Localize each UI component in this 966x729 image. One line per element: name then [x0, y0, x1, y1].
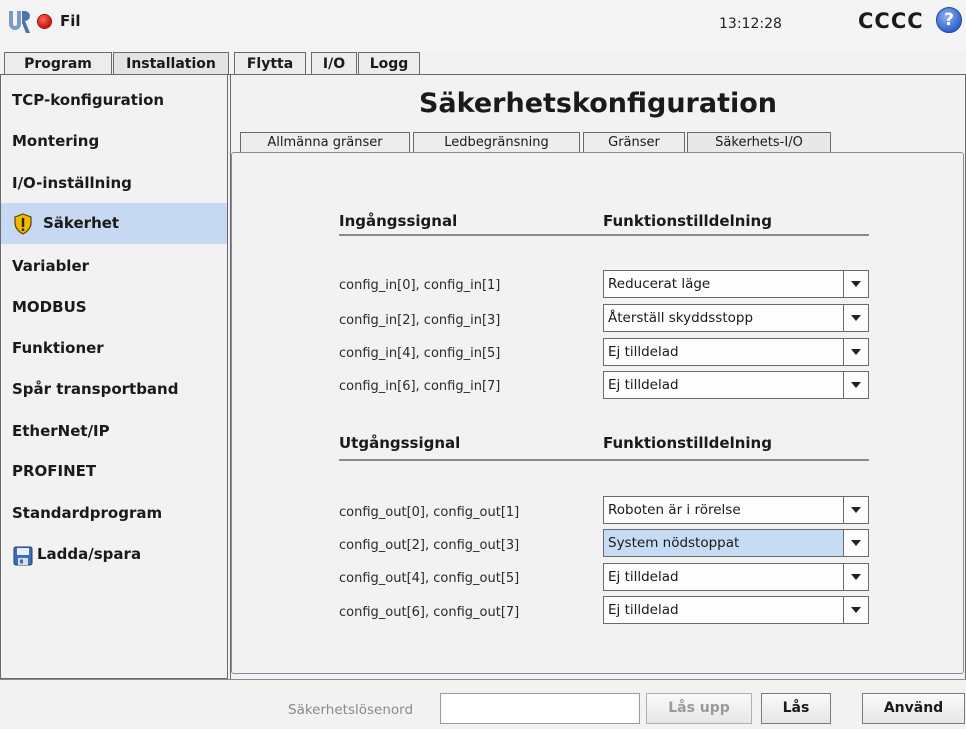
output-signal-label: config_out[6], config_out[7]: [339, 605, 520, 620]
input-signal-header: Ingångssignal: [339, 212, 458, 230]
input-function-dropdown[interactable]: Återställ skyddsstopp: [603, 304, 869, 332]
sidebar-item-load-save[interactable]: Ladda/spara: [1, 534, 227, 575]
input-signal-label: config_in[6], config_in[7]: [339, 379, 501, 394]
sidebar-item-label: I/O-inställning: [12, 174, 132, 192]
input-signal-label: config_in[2], config_in[3]: [339, 313, 501, 328]
dropdown-value: Ej tilldelad: [608, 344, 679, 360]
status-dot-icon[interactable]: [38, 15, 51, 28]
sidebar-item-label: TCP-konfiguration: [12, 91, 165, 109]
sidebar-item-conveyor[interactable]: Spår transportband: [1, 369, 227, 410]
sidebar-item-label: PROFINET: [12, 462, 97, 480]
output-function-header: Funktionstilldelning: [603, 434, 772, 452]
chevron-down-icon: [843, 339, 868, 365]
input-function-header: Funktionstilldelning: [603, 212, 772, 230]
output-function-dropdown[interactable]: System nödstoppat: [603, 529, 869, 557]
sidebar-item-variabler[interactable]: Variabler: [1, 246, 227, 287]
dropdown-value: Återställ skyddsstopp: [608, 310, 754, 326]
input-signal-label: config_in[0], config_in[1]: [339, 278, 501, 293]
floppy-disk-icon: [13, 546, 33, 566]
sidebar-item-label: EtherNet/IP: [12, 422, 110, 440]
output-signal-label: config_out[4], config_out[5]: [339, 571, 520, 586]
sidebar-item-io-settings[interactable]: I/O-inställning: [1, 163, 227, 204]
sidebar-item-label: Standardprogram: [12, 504, 163, 522]
input-function-dropdown[interactable]: Ej tilldelad: [603, 338, 869, 366]
page-title: Säkerhetskonfiguration: [418, 88, 778, 119]
output-function-dropdown[interactable]: Roboten är i rörelse: [603, 496, 869, 524]
tab-installation[interactable]: Installation: [113, 52, 229, 75]
chevron-down-icon: [843, 372, 868, 398]
clock: 13:12:28: [719, 16, 782, 32]
input-signal-label: config_in[4], config_in[5]: [339, 346, 501, 361]
sidebar-item-montering[interactable]: Montering: [1, 121, 227, 162]
lock-button[interactable]: Lås: [761, 693, 831, 724]
sidebar-item-ethernetip[interactable]: EtherNet/IP: [1, 411, 227, 452]
dropdown-value: System nödstoppat: [608, 535, 740, 551]
tab-safety-io[interactable]: Säkerhets-I/O: [687, 132, 831, 153]
dropdown-value: Ej tilldelad: [608, 377, 679, 393]
top-bar: Fil 13:12:28 CCCC ?: [0, 0, 966, 52]
robot-name: CCCC: [858, 9, 924, 33]
sidebar-item-profinet[interactable]: PROFINET: [1, 451, 227, 492]
dropdown-value: Roboten är i rörelse: [608, 502, 741, 518]
chevron-down-icon: [843, 530, 868, 556]
sidebar-item-label: Spår transportband: [12, 380, 179, 398]
chevron-down-icon: [843, 497, 868, 523]
input-divider: [339, 234, 869, 236]
dropdown-value: Ej tilldelad: [608, 569, 679, 585]
sidebar-item-label: MODBUS: [12, 298, 87, 316]
sidebar-item-sakerhet[interactable]: Säkerhet: [1, 203, 227, 244]
dropdown-value: Ej tilldelad: [608, 602, 679, 618]
sidebar-item-default-program[interactable]: Standardprogram: [1, 493, 227, 534]
chevron-down-icon: [843, 597, 868, 623]
input-function-dropdown[interactable]: Ej tilldelad: [603, 371, 869, 399]
output-signal-header: Utgångssignal: [339, 434, 461, 452]
output-divider: [339, 459, 869, 461]
tab-program[interactable]: Program: [4, 52, 112, 75]
help-icon[interactable]: ?: [936, 7, 962, 33]
warning-shield-icon: [14, 213, 32, 235]
file-menu[interactable]: Fil: [60, 12, 81, 30]
ur-logo-icon: [9, 11, 30, 33]
sidebar-item-label: Säkerhet: [43, 214, 120, 232]
sidebar-item-funktioner[interactable]: Funktioner: [1, 328, 227, 369]
tab-flytta[interactable]: Flytta: [234, 52, 306, 75]
tab-joint-limits[interactable]: Ledbegränsning: [413, 132, 580, 153]
output-function-dropdown[interactable]: Ej tilldelad: [603, 563, 869, 591]
output-function-dropdown[interactable]: Ej tilldelad: [603, 596, 869, 624]
chevron-down-icon: [843, 271, 868, 297]
tab-logg[interactable]: Logg: [358, 52, 420, 75]
chevron-down-icon: [843, 564, 868, 590]
apply-button[interactable]: Använd: [862, 693, 965, 724]
sidebar-item-label: Funktioner: [12, 339, 104, 357]
chevron-down-icon: [843, 305, 868, 331]
tab-io[interactable]: I/O: [311, 52, 357, 75]
password-input[interactable]: [440, 693, 640, 724]
output-signal-label: config_out[2], config_out[3]: [339, 538, 520, 553]
input-function-dropdown[interactable]: Reducerat läge: [603, 270, 869, 298]
tab-general-limits[interactable]: Allmänna gränser: [240, 132, 410, 153]
unlock-button[interactable]: Lås upp: [646, 693, 752, 724]
dropdown-value: Reducerat läge: [608, 276, 711, 292]
sidebar-item-modbus[interactable]: MODBUS: [1, 287, 227, 328]
output-signal-label: config_out[0], config_out[1]: [339, 505, 520, 520]
sidebar-item-tcp[interactable]: TCP-konfiguration: [1, 80, 227, 121]
sidebar-item-label: Ladda/spara: [37, 545, 142, 563]
password-label: Säkerhetslösenord: [288, 702, 414, 718]
sidebar: TCP-konfiguration Montering I/O-inställn…: [0, 75, 228, 679]
sidebar-item-label: Montering: [12, 132, 100, 150]
sidebar-item-label: Variabler: [12, 257, 90, 275]
tab-boundaries[interactable]: Gränser: [583, 132, 685, 153]
